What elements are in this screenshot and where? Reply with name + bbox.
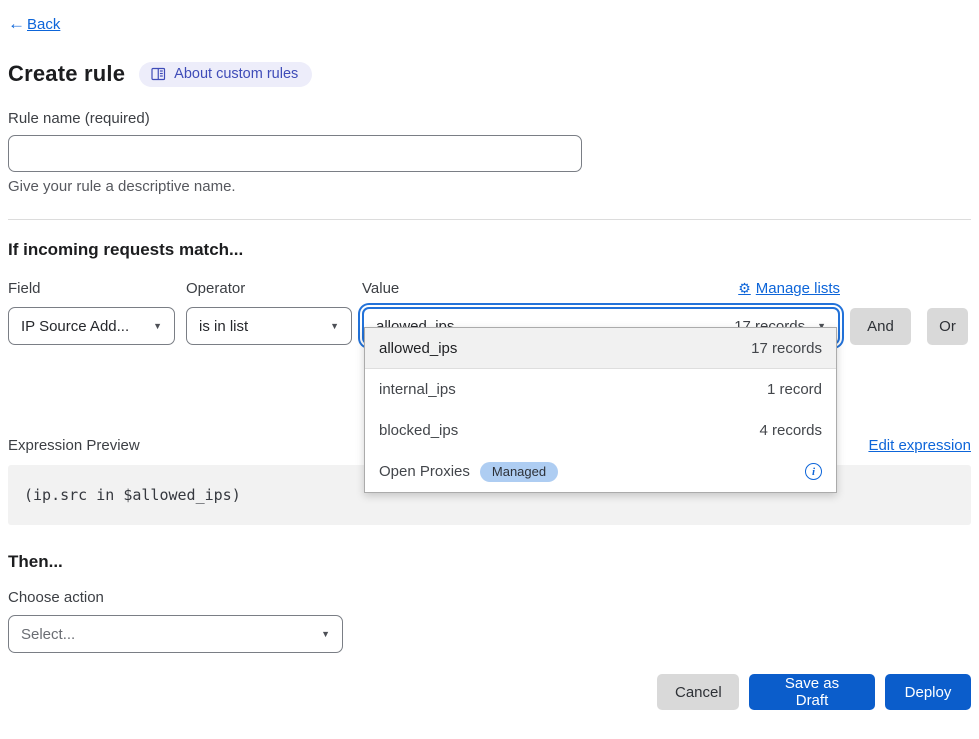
save-as-draft-button[interactable]: Save as Draft (749, 674, 875, 710)
field-label: Field (8, 280, 41, 297)
then-section-heading: Then... (8, 552, 971, 572)
chevron-down-icon: ▼ (330, 321, 339, 331)
manage-lists-link[interactable]: ⚙ Manage lists (738, 280, 840, 297)
operator-label: Operator (186, 280, 245, 297)
match-section-heading: If incoming requests match... (8, 240, 971, 260)
value-label: Value (362, 280, 399, 297)
list-item-name: blocked_ips (379, 422, 458, 439)
operator-column: Operator is in list ▼ (186, 279, 352, 345)
chevron-down-icon: ▼ (321, 629, 330, 639)
rule-name-helper: Give your rule a descriptive name. (8, 178, 971, 195)
choose-action-label: Choose action (8, 589, 971, 606)
list-item-internal-ips[interactable]: internal_ips 1 record (365, 369, 836, 410)
cancel-button[interactable]: Cancel (657, 674, 739, 710)
create-rule-page: ← Back Create rule About custom rules Ru… (0, 0, 979, 710)
about-badge-label: About custom rules (174, 66, 298, 82)
rule-name-block: Rule name (required) Give your rule a de… (8, 110, 971, 195)
list-item-allowed-ips[interactable]: allowed_ips 17 records (365, 328, 836, 369)
expression-preview-label: Expression Preview (8, 437, 140, 454)
list-item-records: 17 records (751, 340, 822, 357)
field-column: Field IP Source Add... ▼ (8, 279, 175, 345)
page-title: Create rule (8, 61, 125, 87)
about-custom-rules-badge[interactable]: About custom rules (139, 62, 312, 87)
rule-name-input[interactable] (8, 135, 582, 172)
back-row: ← Back (8, 14, 971, 34)
footer-actions: Cancel Save as Draft Deploy (8, 674, 971, 710)
list-item-records: 1 record (767, 381, 822, 398)
rule-name-label: Rule name (required) (8, 110, 971, 127)
list-item-blocked-ips[interactable]: blocked_ips 4 records (365, 410, 836, 451)
info-icon[interactable]: i (805, 463, 822, 480)
edit-expression-link[interactable]: Edit expression (868, 437, 971, 454)
deploy-button[interactable]: Deploy (885, 674, 971, 710)
and-button[interactable]: And (850, 308, 911, 345)
list-item-records: 4 records (759, 422, 822, 439)
section-divider (8, 219, 971, 220)
condition-builder: Field IP Source Add... ▼ Operator is in … (8, 279, 971, 345)
list-item-name: internal_ips (379, 381, 456, 398)
expression-code: (ip.src in $allowed_ips) (24, 486, 241, 504)
manage-lists-label: Manage lists (756, 280, 840, 297)
operator-select-value: is in list (199, 318, 248, 335)
back-arrow-icon: ← (8, 14, 25, 34)
gear-icon: ⚙ (738, 280, 751, 297)
lists-dropdown-menu: allowed_ips 17 records internal_ips 1 re… (364, 327, 837, 493)
operator-select[interactable]: is in list ▼ (186, 307, 352, 345)
action-select[interactable]: Select... ▼ (8, 615, 343, 653)
chevron-down-icon: ▼ (153, 321, 162, 331)
condition-row: Field IP Source Add... ▼ Operator is in … (8, 279, 971, 345)
list-item-name: allowed_ips (379, 340, 457, 357)
list-item-open-proxies[interactable]: Open Proxies Managed i (365, 451, 836, 492)
managed-badge: Managed (480, 462, 558, 482)
title-row: Create rule About custom rules (8, 61, 971, 87)
value-column: Value ⚙Manage lists allowed_ips 17 recor… (362, 279, 840, 345)
list-item-name: Open Proxies (379, 463, 470, 480)
book-icon (151, 67, 166, 81)
field-select-value: IP Source Add... (21, 318, 129, 335)
back-link[interactable]: Back (27, 16, 60, 33)
action-select-placeholder: Select... (21, 626, 75, 643)
or-button[interactable]: Or (927, 308, 968, 345)
field-select[interactable]: IP Source Add... ▼ (8, 307, 175, 345)
